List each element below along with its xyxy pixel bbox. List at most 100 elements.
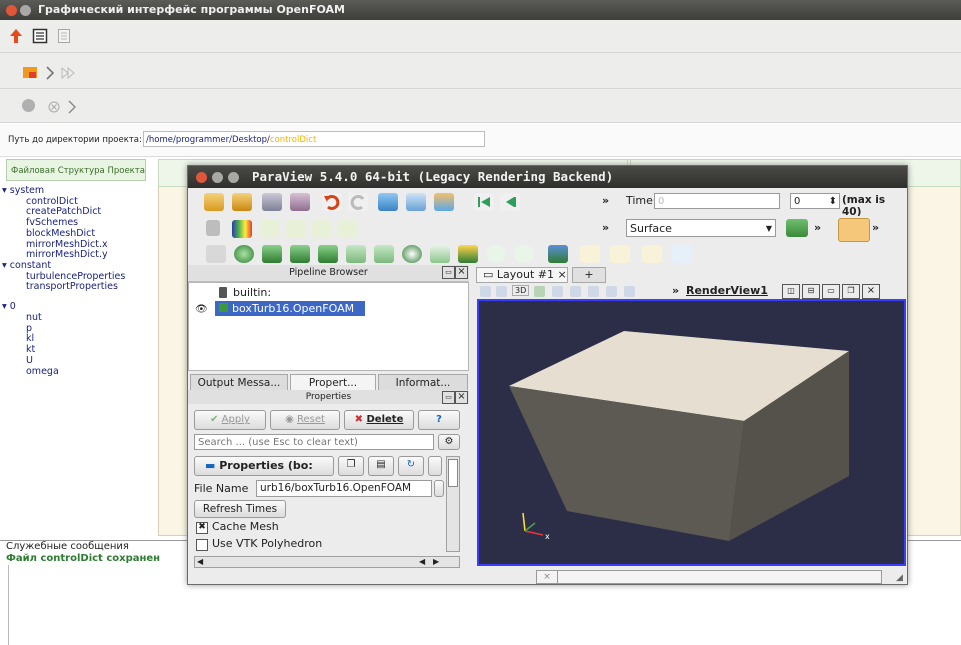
rescale-custom-icon[interactable] — [286, 220, 306, 238]
rescale-range-icon[interactable] — [260, 220, 280, 238]
tree-file[interactable]: kt — [26, 344, 35, 355]
refresh-times-button[interactable]: Refresh Times — [194, 500, 286, 518]
next-icon[interactable] — [42, 65, 58, 81]
orientation-axes-icon[interactable] — [838, 218, 870, 242]
properties-horizontal-scrollbar[interactable]: ◀ ◀ ▶ — [194, 556, 460, 568]
more-toolbar-icon[interactable]: » — [814, 221, 821, 234]
properties-section-button[interactable]: ▬ Properties (bo: — [194, 456, 334, 476]
glyph-icon[interactable] — [374, 245, 394, 263]
close-window-icon[interactable] — [6, 5, 17, 16]
scroll-right-icon[interactable]: ▶ — [433, 557, 439, 566]
file-name-input[interactable]: urb16/boxTurb16.OpenFOAM — [256, 480, 432, 497]
redo-icon[interactable] — [348, 193, 368, 211]
capture-icon[interactable] — [534, 286, 545, 297]
plot-over-line-icon[interactable] — [580, 245, 600, 263]
select-frustum-icon[interactable] — [588, 286, 599, 297]
select-surface-points-icon[interactable] — [570, 286, 581, 297]
chevron-down-icon[interactable]: ▾ — [2, 301, 10, 312]
tab-layout-1[interactable]: ▭ Layout #1 × — [476, 267, 568, 283]
paste-icon[interactable]: ▤ — [368, 456, 394, 476]
use-vtk-polyhedron-checkbox[interactable] — [196, 539, 208, 551]
float-panel-icon[interactable]: ▭ — [442, 266, 455, 279]
help-button[interactable]: ? — [418, 410, 460, 430]
interactive-select-icon[interactable] — [624, 286, 635, 297]
extract-level-icon[interactable] — [486, 245, 506, 263]
minimize-window-icon[interactable] — [212, 172, 223, 183]
slice-icon[interactable] — [290, 245, 310, 263]
first-frame-icon[interactable] — [474, 193, 494, 211]
apply-button[interactable]: ✔ Apply — [194, 410, 266, 430]
scroll-left-icon[interactable]: ◀ — [419, 557, 425, 566]
close-panel-icon[interactable]: × — [455, 391, 468, 404]
properties-vertical-scrollbar[interactable] — [446, 456, 460, 552]
open-file-icon[interactable] — [204, 193, 224, 211]
browse-button[interactable] — [434, 480, 444, 497]
tree-file[interactable]: U — [26, 355, 33, 366]
open-folder-icon[interactable] — [22, 64, 38, 80]
maximize-window-icon[interactable] — [228, 172, 239, 183]
advanced-gear-icon[interactable]: ⚙ — [438, 434, 460, 450]
undo-icon[interactable] — [322, 193, 342, 211]
tree-file[interactable]: blockMeshDict — [26, 228, 95, 239]
scrollbar-thumb[interactable] — [448, 459, 458, 487]
reset-view-icon[interactable] — [480, 286, 491, 297]
close-window-icon[interactable] — [196, 172, 207, 183]
record-icon[interactable] — [22, 99, 35, 112]
pipeline-item-boxturb16[interactable]: boxTurb16.OpenFOAM — [215, 301, 365, 316]
document-list-icon[interactable] — [32, 28, 48, 44]
split-vertical-icon[interactable]: ⊟ — [802, 284, 820, 299]
restore-view-icon[interactable]: ❐ — [842, 284, 860, 299]
minimize-window-icon[interactable] — [20, 5, 31, 16]
tree-file[interactable]: controlDict — [26, 196, 78, 207]
connect-icon[interactable] — [262, 193, 282, 211]
cache-mesh-checkbox[interactable]: ✖ — [196, 522, 208, 534]
close-tab-icon[interactable]: × — [558, 268, 567, 281]
chevron-down-icon[interactable]: ▾ — [2, 260, 10, 271]
tree-file[interactable]: nut — [26, 312, 42, 323]
fast-forward-icon[interactable] — [60, 65, 76, 81]
next-step-icon[interactable] — [64, 99, 80, 115]
disconnect-icon[interactable] — [290, 193, 310, 211]
tree-file[interactable]: kl — [26, 333, 34, 344]
more-toolbar-icon[interactable]: » — [602, 194, 609, 207]
representation-select[interactable]: Surface ▼ — [626, 219, 776, 237]
group-datasets-icon[interactable] — [458, 245, 478, 263]
select-block-icon[interactable] — [606, 286, 617, 297]
tree-file[interactable]: p — [26, 323, 32, 334]
tree-folder[interactable]: ▾ system — [2, 185, 44, 196]
close-panel-icon[interactable]: × — [455, 266, 468, 279]
close-icon[interactable]: × — [537, 571, 558, 583]
reset-camera-icon[interactable] — [378, 193, 398, 211]
camera-icon[interactable] — [406, 193, 426, 211]
previous-frame-icon[interactable] — [500, 193, 520, 211]
extract-subset-icon[interactable] — [346, 245, 366, 263]
spin-arrows-icon[interactable]: ⬍ — [829, 194, 837, 208]
recent-files-icon[interactable] — [232, 193, 252, 211]
palette-icon[interactable] — [434, 193, 454, 211]
solid-color-icon[interactable] — [206, 220, 220, 236]
render-view[interactable]: x — [477, 299, 906, 566]
time-step-spinbox[interactable]: 0 ⬍ — [790, 193, 840, 209]
save-icon[interactable] — [428, 456, 442, 476]
more-toolbar-icon[interactable]: » — [872, 221, 879, 234]
tree-folder[interactable]: ▾ constant — [2, 260, 51, 271]
contour-icon[interactable] — [234, 245, 254, 263]
render-canvas[interactable]: x — [479, 301, 904, 564]
tree-file[interactable]: mirrorMeshDict.y — [26, 249, 108, 260]
tree-folder[interactable]: ▾ 0 — [2, 301, 16, 312]
reset-button[interactable]: ◉ Reset — [270, 410, 340, 430]
calculator-icon[interactable] — [206, 245, 226, 263]
pipeline-browser[interactable]: builtin: 👁 boxTurb16.OpenFOAM — [188, 282, 469, 371]
arrow-up-icon[interactable] — [8, 28, 24, 44]
select-surface-cells-icon[interactable] — [552, 286, 563, 297]
clip-icon[interactable] — [262, 245, 282, 263]
chevron-down-icon[interactable]: ▾ — [2, 185, 10, 196]
rescale-temporal-icon[interactable] — [312, 220, 332, 238]
project-path-input[interactable]: /home/programmer/Desktop/controlDict — [143, 131, 485, 147]
copy-icon[interactable]: ❐ — [338, 456, 364, 476]
search-input[interactable]: Search ... (use Esc to clear text) — [194, 434, 434, 450]
zoom-data-icon[interactable] — [496, 286, 507, 297]
float-panel-icon[interactable]: ▭ — [442, 391, 455, 404]
stream-tracer-icon[interactable] — [402, 245, 422, 263]
scroll-left-icon[interactable]: ◀ — [197, 557, 203, 566]
